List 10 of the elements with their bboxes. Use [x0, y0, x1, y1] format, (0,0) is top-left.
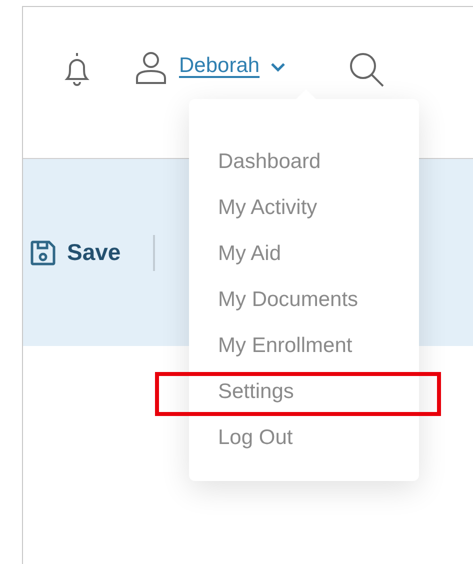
- user-name-link[interactable]: Deborah: [179, 55, 260, 76]
- menu-item[interactable]: My Documents: [218, 284, 358, 316]
- menu-item[interactable]: Settings: [218, 376, 294, 408]
- menu-item[interactable]: My Enrollment: [218, 330, 352, 362]
- menu-item[interactable]: My Activity: [218, 192, 318, 224]
- chevron-down-icon[interactable]: [270, 62, 286, 72]
- menu-item[interactable]: Log Out: [218, 422, 293, 454]
- menu-item[interactable]: Dashboard: [218, 146, 321, 178]
- save-button[interactable]: Save: [29, 235, 121, 270]
- menu-item[interactable]: My Aid: [218, 238, 282, 270]
